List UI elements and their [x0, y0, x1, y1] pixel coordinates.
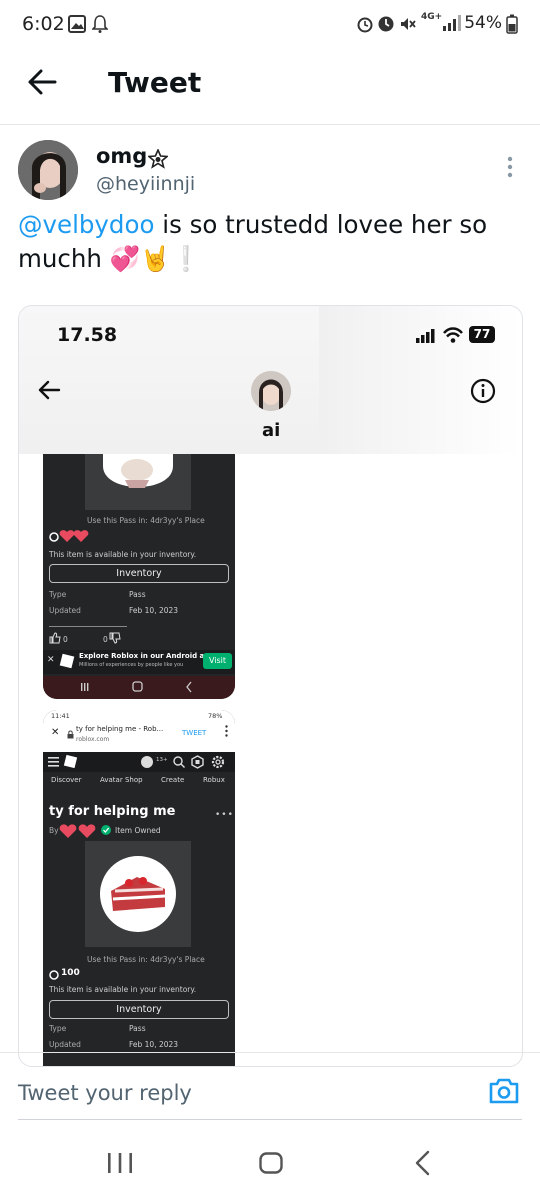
nav-robux: Robux [203, 776, 225, 784]
embedded-signal-icon [415, 328, 437, 344]
thumbs-down-icon [109, 632, 121, 644]
status-time: 6:02 [22, 13, 65, 35]
verified-star-icon [148, 149, 168, 169]
type-value: Pass [129, 590, 146, 599]
item-price: 100 [61, 968, 80, 978]
roblox-logo-icon [59, 653, 75, 669]
embedded-wifi-icon [442, 326, 464, 344]
author-name[interactable]: omg [96, 144, 147, 168]
updated-value: Feb 10, 2023 [129, 606, 179, 615]
updated-value: Feb 10, 2023 [129, 1040, 179, 1049]
app-header: Tweet [0, 50, 540, 125]
browser-menu-icon [225, 725, 228, 737]
embedded-contact-name: ai [262, 420, 281, 441]
age-badge: 13+ [156, 757, 168, 763]
item-title: ty for helping me [49, 804, 176, 819]
dislike-count: 0 [103, 635, 108, 644]
shot2-status-battery: 78% [208, 712, 223, 720]
banner-subtitle: Millions of experiences by people like y… [79, 662, 184, 668]
updated-label: Updated [49, 606, 81, 615]
type-label: Type [49, 1024, 67, 1033]
inventory-button: Inventory [49, 564, 229, 583]
embedded-info-icon [470, 378, 496, 404]
tweet-share-button: TWEET [182, 729, 207, 737]
clock-icon [377, 15, 395, 33]
robux-icon [49, 970, 59, 980]
by-label: By [49, 826, 59, 835]
robux-icon [49, 532, 59, 542]
mute-icon [399, 15, 417, 33]
home-icon[interactable] [259, 1152, 283, 1174]
shot2-status-time: 11:41 [51, 712, 70, 720]
recent-apps-icon[interactable] [107, 1152, 133, 1174]
embedded-battery: 77 [469, 326, 495, 343]
nav-avatar-shop: Avatar Shop [100, 776, 143, 784]
back-nav-icon[interactable] [414, 1150, 430, 1176]
roblox-screenshot-2: 11:41 78% ✕ ty for helping me - Rob... r… [43, 710, 235, 1066]
network-type-label: 4G+ [421, 12, 443, 22]
tab-url: roblox.com [76, 736, 110, 743]
item-thumbnail [85, 841, 191, 947]
roblox-topbar: 13+ [43, 752, 235, 772]
notification-bell-icon [92, 14, 108, 33]
available-text: This item is available in your inventory… [49, 985, 197, 994]
page-title: Tweet [108, 66, 202, 99]
embedded-status-time: 17.58 [57, 324, 118, 346]
settings-gear-icon [211, 755, 225, 769]
author-handle[interactable]: @heyiinnji [96, 173, 195, 195]
tweet-text: @velbydoo is so trustedd lovee her so mu… [18, 208, 518, 276]
available-text: This item is available in your inventory… [49, 550, 197, 559]
tab-title: ty for helping me - Rob... [76, 725, 164, 733]
alarm-icon [356, 15, 374, 33]
android-nav-mini [43, 676, 235, 699]
camera-icon[interactable] [488, 1077, 520, 1105]
visit-button: Visit [203, 653, 232, 669]
creator-heart-sticker [59, 823, 97, 839]
tweet-media-image[interactable]: 17.58 77 ai Use this Pass in: 4dr3yy's P… [18, 305, 523, 1067]
updated-label: Updated [49, 1040, 81, 1049]
tweet-text-line1: is so trustedd lovee her so [154, 210, 488, 239]
status-bar: 6:02 4G+ 54% [0, 0, 540, 50]
use-pass-text: Use this Pass in: 4dr3yy's Place [87, 955, 205, 964]
robux-hex-icon [191, 755, 204, 769]
reply-input[interactable]: Tweet your reply [18, 1081, 192, 1105]
heart-sticker [59, 529, 89, 543]
battery-icon [506, 14, 518, 34]
inventory-button: Inventory [49, 1000, 229, 1019]
gallery-icon [68, 15, 86, 33]
tweet-text-line2: muchh 💞🤘❕ [18, 244, 202, 273]
more-options-icon[interactable] [506, 156, 514, 178]
search-icon [173, 756, 185, 768]
nav-discover: Discover [51, 776, 82, 784]
type-label: Type [49, 590, 67, 599]
author-avatar[interactable] [18, 140, 78, 200]
owned-check-icon [101, 825, 111, 835]
android-navigation-bar [0, 1130, 540, 1200]
thumbs-up-icon [49, 632, 61, 644]
nav-create: Create [161, 776, 185, 784]
embedded-contact-avatar [251, 371, 291, 411]
signal-icon [442, 14, 464, 32]
use-pass-text: Use this Pass in: 4dr3yy's Place [87, 516, 205, 525]
battery-percent: 54% [464, 13, 502, 33]
mention-link[interactable]: @velbydoo [18, 210, 154, 239]
banner-title: Explore Roblox in our Android app! [79, 652, 218, 660]
banner-close-icon: ✕ [47, 655, 55, 665]
roblox-screenshot-1: Use this Pass in: 4dr3yy's Place This it… [43, 454, 235, 699]
app-banner: ✕ Explore Roblox in our Android app! Mil… [43, 650, 235, 674]
item-menu-icon: ••• [215, 810, 234, 820]
back-arrow-icon[interactable] [27, 69, 57, 95]
hamburger-icon [48, 757, 59, 767]
roblox-nav: Discover Avatar Shop Create Robux [43, 774, 235, 788]
tab-close-icon: ✕ [51, 727, 60, 738]
roblox-logo-icon [63, 754, 78, 769]
robux-balance-icon [141, 756, 153, 768]
item-owned-label: Item Owned [115, 826, 161, 835]
reply-bar: Tweet your reply [0, 1052, 540, 1120]
lock-icon [67, 730, 74, 739]
like-count: 0 [63, 635, 68, 644]
type-value: Pass [129, 1024, 146, 1033]
embedded-back-arrow-icon [37, 380, 61, 400]
